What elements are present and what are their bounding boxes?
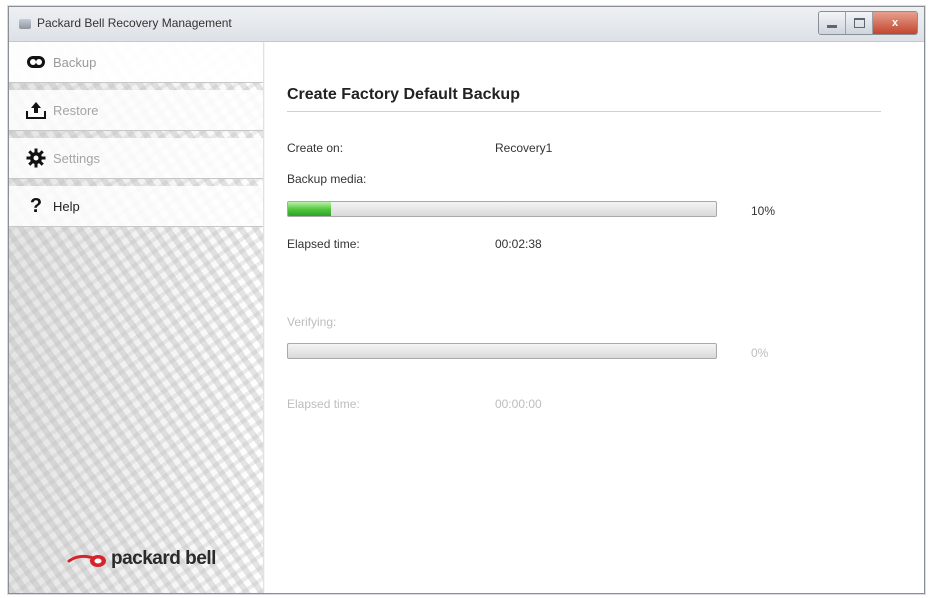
maximize-button[interactable] <box>846 12 873 34</box>
logo-mark-icon <box>67 554 106 567</box>
verify-elapsed-time-value: 00:00:00 <box>495 397 542 411</box>
backup-progress-fill <box>288 202 331 216</box>
close-button[interactable]: x <box>873 12 917 34</box>
create-on-label: Create on: <box>287 141 344 155</box>
sidebar-item-label: Backup <box>53 54 97 70</box>
window-title: Packard Bell Recovery Management <box>37 16 232 30</box>
create-on-value: Recovery1 <box>495 141 553 155</box>
title-bar[interactable]: Packard Bell Recovery Management x <box>9 7 924 42</box>
backup-progress-bar <box>287 201 717 217</box>
backup-icon <box>25 51 47 73</box>
minimize-button[interactable] <box>819 12 846 34</box>
backup-media-label: Backup media: <box>287 172 367 186</box>
app-icon <box>19 19 31 29</box>
maximize-icon <box>853 18 865 28</box>
verify-progress-bar <box>287 343 717 359</box>
verify-progress-percent: 0% <box>751 346 769 360</box>
sidebar-item-label: Help <box>53 198 80 214</box>
sidebar-item-label: Restore <box>53 102 99 118</box>
close-icon: x <box>891 17 899 29</box>
restore-icon <box>25 99 47 121</box>
sidebar: Backup Restore Settings ? Help packard b… <box>9 42 264 593</box>
page-title: Create Factory Default Backup <box>287 86 520 103</box>
help-icon: ? <box>29 194 43 217</box>
sidebar-item-label: Settings <box>53 150 100 166</box>
sidebar-item-backup[interactable]: Backup <box>9 42 263 83</box>
logo-text: packard bell <box>111 548 216 569</box>
minimize-icon <box>827 24 837 28</box>
app-window: Packard Bell Recovery Management x Backu… <box>8 6 925 594</box>
packard-bell-logo: packard bell <box>67 547 216 571</box>
verifying-label: Verifying: <box>287 315 337 329</box>
title-divider <box>287 111 881 112</box>
elapsed-time-value: 00:02:38 <box>495 237 542 251</box>
sidebar-item-restore[interactable]: Restore <box>9 90 263 131</box>
backup-progress-percent: 10% <box>751 204 776 218</box>
main-panel: Create Factory Default Backup Create on:… <box>265 42 924 593</box>
sidebar-item-help[interactable]: ? Help <box>9 186 263 227</box>
elapsed-time-label: Elapsed time: <box>287 237 360 251</box>
sidebar-item-settings[interactable]: Settings <box>9 138 263 179</box>
verify-elapsed-time-label: Elapsed time: <box>287 397 360 411</box>
gear-icon <box>25 147 47 169</box>
window-controls: x <box>818 11 918 35</box>
